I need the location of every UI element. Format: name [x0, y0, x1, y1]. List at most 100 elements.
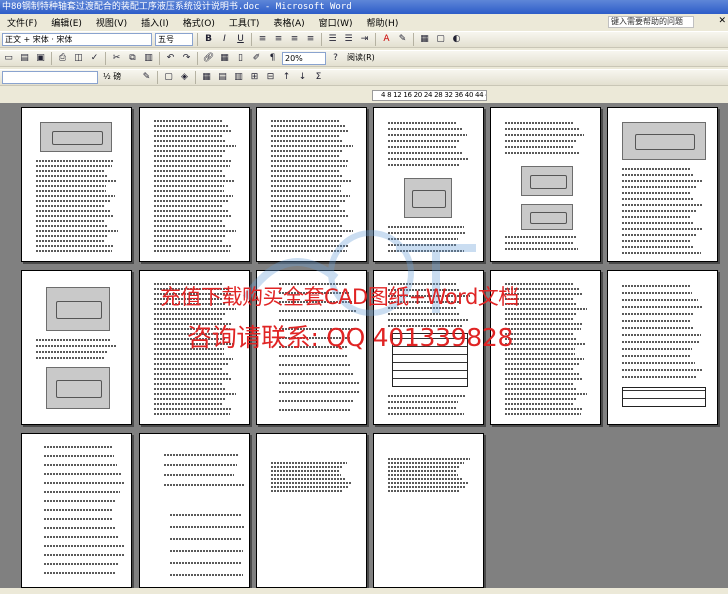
page-thumbnail[interactable] — [139, 270, 250, 425]
page-thumbnail[interactable] — [490, 270, 601, 425]
help-icon[interactable]: ? — [329, 52, 342, 65]
align-cells-icon[interactable]: ⊞ — [248, 71, 261, 84]
text-line — [505, 298, 574, 300]
insert-table-icon[interactable]: ▦ — [200, 71, 213, 84]
split-cells-icon[interactable]: ▥ — [232, 71, 245, 84]
page-thumbnail[interactable] — [256, 270, 367, 425]
pen-color-icon[interactable]: ✎ — [140, 71, 153, 84]
text-line — [505, 343, 586, 345]
text-line — [154, 348, 224, 350]
border-style-icon[interactable]: ▢ — [162, 71, 175, 84]
text-line — [622, 341, 699, 343]
bullets-icon[interactable]: ☰ — [342, 33, 355, 46]
columns-icon[interactable]: ▯ — [234, 52, 247, 65]
font-size-combo[interactable]: 五号 — [155, 33, 193, 46]
indent-icon[interactable]: ⇥ — [358, 33, 371, 46]
text-line — [622, 210, 696, 212]
close-icon[interactable]: ✕ — [698, 16, 726, 26]
bold-button[interactable]: B — [202, 33, 215, 46]
text-line — [271, 200, 345, 202]
text-line — [622, 216, 691, 218]
page-thumbnail[interactable] — [256, 107, 367, 262]
drawing-icon[interactable]: ✐ — [250, 52, 263, 65]
text-line — [154, 308, 236, 310]
page-thumbnail[interactable] — [21, 270, 132, 425]
page-thumbnail[interactable] — [373, 107, 484, 262]
underline-button[interactable]: U — [234, 33, 247, 46]
document-thumbnails-area[interactable]: 充值下载购买全套CAD图纸+Word文档 咨询请联系: QQ 401339828 — [0, 103, 728, 588]
font-color-icon[interactable]: A — [380, 33, 393, 46]
justify-icon[interactable]: ≡ — [304, 33, 317, 46]
help-search-input[interactable]: 键入需要帮助的问题 — [608, 16, 694, 28]
text-line — [388, 140, 459, 142]
horizontal-ruler[interactable]: 4 8 12 16 20 24 28 32 36 40 44 48 — [0, 88, 728, 103]
text-line — [622, 313, 694, 315]
merge-cells-icon[interactable]: ▤ — [216, 71, 229, 84]
page-thumbnail[interactable] — [373, 270, 484, 425]
redo-icon[interactable]: ↷ — [180, 52, 193, 65]
new-document-icon[interactable]: ▭ — [2, 52, 15, 65]
cut-icon[interactable]: ✂ — [110, 52, 123, 65]
align-left-icon[interactable]: ≡ — [256, 33, 269, 46]
print-icon[interactable]: ⎙ — [56, 52, 69, 65]
menu-file[interactable]: 文件(F) — [0, 16, 44, 29]
save-icon[interactable]: ▣ — [34, 52, 47, 65]
border-icon[interactable]: ▢ — [434, 33, 447, 46]
text-line — [154, 210, 228, 212]
highlight-icon[interactable]: ✎ — [396, 33, 409, 46]
menu-tools[interactable]: 工具(T) — [222, 16, 267, 29]
line-weight-combo[interactable]: ½ 磅 — [101, 71, 137, 84]
hyperlink-icon[interactable]: 🔗︎ — [202, 52, 215, 65]
text-line — [388, 226, 464, 228]
page-thumbnail[interactable] — [139, 107, 250, 262]
text-line — [271, 140, 342, 142]
open-icon[interactable]: ▤ — [18, 52, 31, 65]
menu-table[interactable]: 表格(A) — [266, 16, 311, 29]
autosum-icon[interactable]: Σ — [312, 71, 325, 84]
align-right-icon[interactable]: ≡ — [288, 33, 301, 46]
page-thumbnail[interactable] — [607, 270, 718, 425]
page-thumbnail[interactable] — [139, 433, 250, 588]
spellcheck-icon[interactable]: ✓ — [88, 52, 101, 65]
table-icon[interactable]: ▦ — [418, 33, 431, 46]
menu-insert[interactable]: 插入(I) — [134, 16, 176, 29]
page-thumbnail[interactable] — [21, 433, 132, 588]
menu-view[interactable]: 视图(V) — [89, 16, 134, 29]
italic-button[interactable]: I — [218, 33, 231, 46]
page-thumbnail[interactable] — [256, 433, 367, 588]
undo-icon[interactable]: ↶ — [164, 52, 177, 65]
text-line — [388, 466, 459, 468]
show-marks-icon[interactable]: ¶ — [266, 52, 279, 65]
page-thumbnail[interactable] — [607, 107, 718, 262]
preview-icon[interactable]: ◫ — [72, 52, 85, 65]
text-line — [154, 165, 230, 167]
menu-edit[interactable]: 编辑(E) — [44, 16, 89, 29]
read-mode-button[interactable]: 阅读(R) — [345, 52, 393, 65]
numbering-icon[interactable]: ☰ — [326, 33, 339, 46]
line-style-combo[interactable] — [2, 71, 98, 84]
align-center-icon[interactable]: ≡ — [272, 33, 285, 46]
text-line — [279, 346, 348, 348]
page-thumbnail[interactable] — [490, 107, 601, 262]
copy-icon[interactable]: ⧉ — [126, 52, 139, 65]
sort-descending-icon[interactable]: ↓ — [296, 71, 309, 84]
text-line — [154, 403, 223, 405]
text-line — [170, 514, 241, 516]
text-line — [164, 484, 244, 486]
menu-help[interactable]: 帮助(H) — [360, 16, 406, 29]
text-line — [279, 373, 353, 375]
shading-icon[interactable]: ◈ — [178, 71, 191, 84]
distribute-icon[interactable]: ⊟ — [264, 71, 277, 84]
page-thumbnail[interactable] — [373, 433, 484, 588]
zoom-combo[interactable]: 20% — [282, 52, 326, 65]
menu-window[interactable]: 窗口(W) — [312, 16, 360, 29]
style-combo[interactable]: 正文 + 宋体 · 宋体 — [2, 33, 152, 46]
text-line — [44, 491, 120, 493]
table-grid-icon[interactable]: ▦ — [218, 52, 231, 65]
shape-icon[interactable]: ◐ — [450, 33, 463, 46]
text-line — [271, 150, 343, 152]
menu-format[interactable]: 格式(O) — [176, 16, 222, 29]
sort-ascending-icon[interactable]: ↑ — [280, 71, 293, 84]
page-thumbnail[interactable] — [21, 107, 132, 262]
paste-icon[interactable]: ▥ — [142, 52, 155, 65]
